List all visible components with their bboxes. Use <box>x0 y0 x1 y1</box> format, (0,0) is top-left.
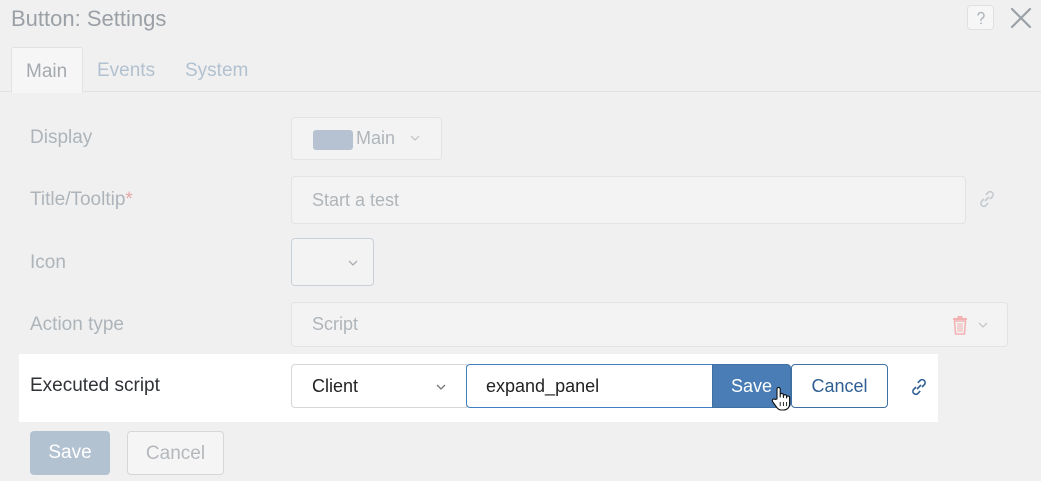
chevron-down-icon <box>436 384 446 390</box>
tab-events[interactable]: Events <box>97 47 155 92</box>
display-color-swatch <box>313 130 353 150</box>
button-settings-dialog: Button: Settings Main Events System Disp… <box>0 0 1041 481</box>
save-button[interactable]: Save <box>30 431 110 475</box>
hand-cursor-icon <box>771 386 791 411</box>
display-select-value: Main <box>356 128 396 148</box>
title-tooltip-label-text: Title/Tooltip <box>30 189 126 210</box>
script-mode-select[interactable]: Client <box>291 364 467 408</box>
script-cancel-button[interactable]: Cancel <box>791 364 888 408</box>
close-icon <box>1010 7 1032 29</box>
tab-divider <box>0 91 1041 92</box>
action-type-select[interactable]: Script <box>291 302 1008 347</box>
icon-select[interactable] <box>291 238 374 286</box>
display-label: Display <box>30 127 93 148</box>
cancel-button[interactable]: Cancel <box>127 431 224 475</box>
help-icon <box>976 11 985 24</box>
title-tooltip-input[interactable]: Start a test <box>291 176 966 224</box>
action-type-label: Action type <box>30 314 124 335</box>
action-type-value: Script <box>312 314 359 334</box>
dialog-title: Button: Settings <box>11 6 167 31</box>
executed-script-label: Executed script <box>30 375 160 396</box>
script-mode-value: Client <box>312 376 359 396</box>
icon-label: Icon <box>30 252 66 273</box>
close-button[interactable] <box>1008 5 1034 31</box>
title-link-button[interactable] <box>975 187 999 211</box>
tab-system[interactable]: System <box>185 47 248 92</box>
link-icon <box>912 378 926 396</box>
title-tooltip-value: Start a test <box>312 190 400 210</box>
required-marker: * <box>125 189 133 210</box>
chevron-down-icon <box>978 322 988 328</box>
trash-icon[interactable] <box>952 315 968 335</box>
title-tooltip-label: Title/Tooltip* <box>30 189 133 211</box>
help-button[interactable] <box>967 5 994 30</box>
chevron-down-icon <box>410 135 420 141</box>
tab-main[interactable]: Main <box>11 47 83 93</box>
script-name-input[interactable]: expand_panel <box>466 364 713 408</box>
display-select[interactable]: Main <box>291 117 442 160</box>
chevron-down-icon <box>348 260 358 266</box>
tab-bar: Main Events System <box>0 47 1041 93</box>
link-icon <box>980 190 994 208</box>
script-link-button[interactable] <box>906 374 932 400</box>
